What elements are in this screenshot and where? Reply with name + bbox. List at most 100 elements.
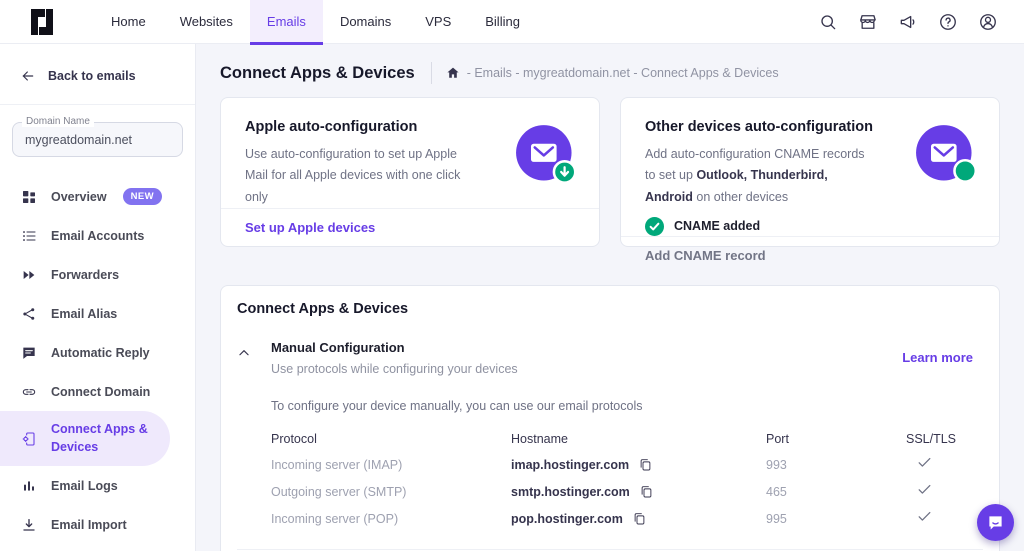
manual-configuration-section: Manual Configuration Use protocols while…: [237, 340, 983, 376]
sidebar-item-connect-apps-devices[interactable]: Connect Apps & Devices: [0, 411, 170, 466]
manual-config-subtitle: Use protocols while configuring your dev…: [271, 362, 902, 376]
primary-nav: Home Websites Emails Domains VPS Billing: [94, 0, 537, 44]
sidebar-item-label: Email Import: [51, 518, 127, 532]
nav-vps[interactable]: VPS: [408, 0, 468, 44]
col-protocol: Protocol: [271, 432, 511, 446]
sidebar-item-connect-domain[interactable]: Connect Domain: [0, 372, 195, 411]
sidebar-item-label: Email Alias: [51, 307, 117, 321]
sidebar-item-email-import[interactable]: Email Import: [0, 505, 195, 544]
col-port: Port: [766, 432, 906, 446]
hostname-value: pop.hostinger.com: [511, 512, 623, 526]
nav-websites[interactable]: Websites: [163, 0, 250, 44]
copy-icon[interactable]: [638, 457, 653, 473]
search-icon[interactable]: [817, 11, 838, 32]
port-cell: 465: [766, 485, 906, 499]
add-cname-record-button[interactable]: Add CNAME record: [645, 248, 766, 263]
mail-configured-icon: [915, 124, 979, 188]
topnav-icons: [817, 11, 998, 32]
divider: [431, 62, 432, 84]
protocol-cell: Outgoing server (SMTP): [271, 485, 511, 499]
chevron-up-icon: [237, 346, 251, 360]
sidebar-item-automatic-reply[interactable]: Automatic Reply: [0, 333, 195, 372]
sidebar-item-overview[interactable]: Overview NEW: [0, 177, 195, 216]
sidebar-item-email-accounts[interactable]: Email Accounts: [0, 216, 195, 255]
table-row-imap: Incoming server (IMAP) imap.hostinger.co…: [271, 451, 979, 478]
connect-card-title: Connect Apps & Devices: [237, 301, 983, 317]
chat-bubble-icon: [985, 512, 1006, 533]
manual-config-title: Manual Configuration: [271, 340, 902, 355]
share-icon: [20, 305, 37, 322]
sidebar-item-label: Connect Domain: [51, 385, 150, 399]
collapse-toggle[interactable]: [237, 340, 263, 376]
device-gear-icon: [20, 430, 37, 447]
nav-billing[interactable]: Billing: [468, 0, 537, 44]
table-row-pop: Incoming server (POP) pop.hostinger.com …: [271, 505, 979, 532]
page-header: Connect Apps & Devices - Emails - mygrea…: [220, 44, 1000, 84]
hostinger-logo-icon[interactable]: [30, 9, 54, 35]
protocol-cell: Incoming server (IMAP): [271, 458, 511, 472]
table-header-row: Protocol Hostname Port SSL/TLS: [271, 426, 979, 451]
home-icon: [446, 66, 460, 80]
sidebar-item-label: Email Logs: [51, 479, 118, 493]
protocols-intro: To configure your device manually, you c…: [271, 399, 979, 413]
domain-name-field[interactable]: Domain Name: [12, 122, 183, 157]
protocols-table: Protocol Hostname Port SSL/TLS Incoming …: [271, 426, 979, 532]
col-ssl: SSL/TLS: [906, 432, 979, 446]
protocol-cell: Incoming server (POP): [271, 512, 511, 526]
domain-name-input[interactable]: [13, 123, 182, 156]
account-icon[interactable]: [977, 11, 998, 32]
cname-status-label: CNAME added: [674, 219, 760, 233]
download-icon: [20, 516, 37, 533]
connect-apps-devices-card: Connect Apps & Devices Manual Configurat…: [220, 285, 1000, 551]
ssl-check-icon: [906, 508, 979, 530]
mail-download-icon: [515, 124, 579, 188]
sidebar-item-label: Overview: [51, 190, 107, 204]
arrow-left-icon: [20, 68, 36, 84]
sidebar-item-email-logs[interactable]: Email Logs: [0, 466, 195, 505]
live-chat-button[interactable]: [977, 504, 1014, 541]
ssl-check-icon: [906, 481, 979, 503]
grid-icon: [20, 188, 37, 205]
port-cell: 993: [766, 458, 906, 472]
nav-emails[interactable]: Emails: [250, 0, 323, 44]
table-row-smtp: Outgoing server (SMTP) smtp.hostinger.co…: [271, 478, 979, 505]
nav-home[interactable]: Home: [94, 0, 163, 44]
hostname-value: imap.hostinger.com: [511, 458, 629, 472]
new-badge: NEW: [123, 188, 162, 205]
page-title: Connect Apps & Devices: [220, 64, 415, 83]
manual-config-body: To configure your device manually, you c…: [271, 399, 979, 532]
sidebar-item-label: Connect Apps & Devices: [51, 421, 157, 456]
manual-config-head: Manual Configuration Use protocols while…: [271, 340, 902, 376]
sidebar-item-forwarders[interactable]: Forwarders: [0, 255, 195, 294]
sidebar-item-label: Email Accounts: [51, 229, 144, 243]
copy-icon[interactable]: [639, 484, 654, 500]
other-devices-auto-config-card: Other devices auto-configuration Add aut…: [620, 97, 1000, 247]
storefront-icon[interactable]: [857, 11, 878, 32]
apple-card-footer: Set up Apple devices: [221, 208, 599, 249]
main-content: Connect Apps & Devices - Emails - mygrea…: [196, 44, 1024, 551]
setup-apple-devices-link[interactable]: Set up Apple devices: [245, 220, 375, 235]
sidebar-item-label: Automatic Reply: [51, 346, 150, 360]
sidebar-menu: Overview NEW Email Accounts Forwarders: [0, 177, 195, 544]
other-card-footer: Add CNAME record: [621, 236, 999, 277]
forward-icon: [20, 266, 37, 283]
other-card-text-suffix: on other devices: [693, 190, 788, 204]
help-icon[interactable]: [937, 11, 958, 32]
cname-status: CNAME added: [645, 217, 975, 236]
ssl-check-icon: [906, 454, 979, 476]
check-circle-icon: [645, 217, 664, 236]
chat-icon: [20, 344, 37, 361]
sidebar-item-email-alias[interactable]: Email Alias: [0, 294, 195, 333]
copy-icon[interactable]: [632, 511, 647, 527]
breadcrumb-text: - Emails - mygreatdomain.net - Connect A…: [467, 66, 779, 80]
sidebar: Back to emails Domain Name Overview NEW: [0, 44, 196, 551]
back-to-emails-link[interactable]: Back to emails: [0, 44, 195, 105]
list-icon: [20, 227, 37, 244]
apple-auto-config-card: Apple auto-configuration Use auto-config…: [220, 97, 600, 247]
link-icon: [20, 383, 37, 400]
nav-domains[interactable]: Domains: [323, 0, 408, 44]
learn-more-link[interactable]: Learn more: [902, 350, 973, 376]
domain-name-label: Domain Name: [22, 116, 94, 127]
col-hostname: Hostname: [511, 432, 766, 446]
announcements-icon[interactable]: [897, 11, 918, 32]
